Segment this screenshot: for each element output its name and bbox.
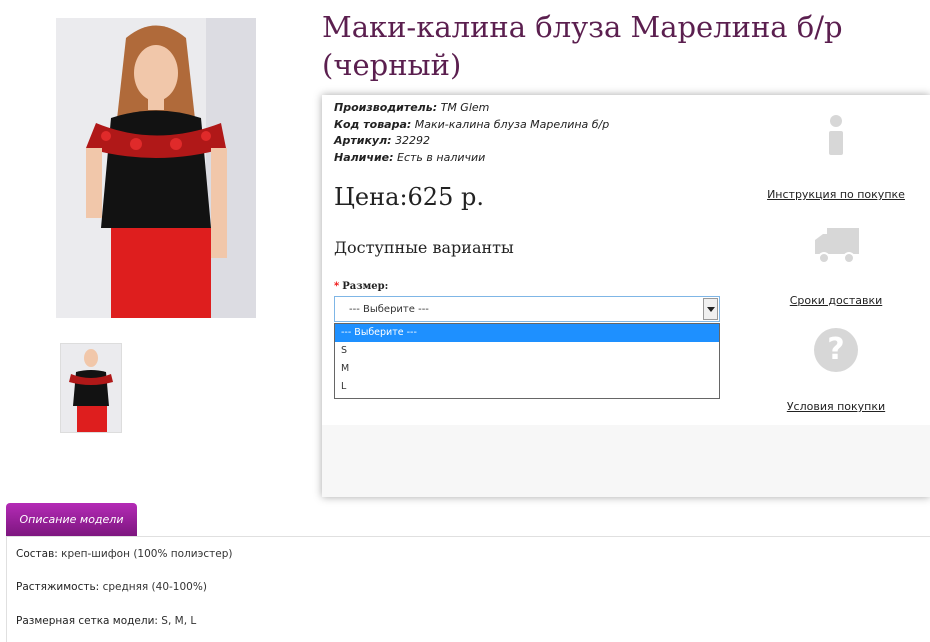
stretch-row: Растяжимость: средняя (40-100%) [16, 581, 207, 593]
tab-description[interactable]: Описание модели [6, 503, 137, 536]
description-panel: Состав: креп-шифон (100% полиэстер) Раст… [6, 536, 930, 642]
code-label: Код товара: [334, 117, 412, 131]
composition-label: Состав: [16, 548, 58, 560]
sizes-row: Размерная сетка модели: S, M, L [16, 615, 196, 627]
meta-code: Код товара: Маки-калина блуза Марелина б… [334, 117, 609, 134]
meta-stock: Наличие: Есть в наличии [334, 150, 609, 167]
size-option[interactable]: M [335, 360, 719, 378]
size-select-value: --- Выберите --- [349, 304, 429, 315]
stretch-value: средняя (40-100%) [102, 581, 207, 593]
size-option[interactable]: L [335, 378, 719, 396]
product-main-image[interactable] [56, 18, 256, 318]
info-icon [826, 115, 848, 157]
sku-value: 32292 [395, 134, 431, 147]
size-dropdown-list: --- Выберите --- S M L [334, 323, 720, 399]
delivery-link[interactable]: Сроки доставки [766, 294, 906, 307]
manufacturer-label: Производитель: [334, 101, 438, 114]
instructions-link-text: Инструкция по покупке [767, 188, 905, 201]
code-value: Маки-калина блуза Марелина б/р [414, 117, 610, 131]
chevron-down-icon[interactable] [703, 298, 718, 320]
sizes-value: S, M, L [161, 615, 197, 627]
meta-sku: Артикул: 32292 [334, 133, 609, 150]
variants-heading: Доступные варианты [334, 238, 514, 257]
panel-footer [322, 425, 930, 497]
terms-link-text: Условия покупки [786, 400, 886, 413]
stock-value: Есть в наличии [397, 150, 486, 164]
manufacturer-value: TM Glem [440, 101, 490, 114]
product-photo [56, 18, 256, 318]
product-meta: Производитель: TM Glem Код товара: Маки-… [334, 100, 609, 166]
composition-row: Состав: креп-шифон (100% полиэстер) [16, 548, 232, 560]
product-thumbnail[interactable] [60, 343, 122, 433]
size-label: * Размер: [334, 281, 388, 292]
size-option[interactable]: --- Выберите --- [335, 324, 719, 342]
size-option[interactable]: S [335, 342, 719, 360]
sizes-label: Размерная сетка модели: [16, 615, 158, 627]
composition-value: креп-шифон (100% полиэстер) [61, 548, 233, 560]
delivery-link-text: Сроки доставки [789, 294, 883, 307]
sku-label: Артикул: [334, 134, 392, 147]
stretch-label: Растяжимость: [16, 581, 100, 593]
instructions-link[interactable]: Инструкция по покупке [766, 188, 906, 201]
required-mark: * [334, 281, 340, 292]
thumbnail-photo [61, 344, 121, 432]
product-title: Маки-калина блуза Марелина б/р (черный) [322, 10, 843, 82]
size-select[interactable]: --- Выберите --- [334, 296, 720, 322]
question-icon: ? [814, 328, 858, 372]
stock-label: Наличие: [334, 150, 394, 164]
meta-manufacturer: Производитель: TM Glem [334, 100, 609, 117]
terms-link[interactable]: Условия покупки [766, 400, 906, 413]
size-label-text: Размер: [342, 281, 389, 292]
truck-icon [813, 226, 861, 266]
product-price: Цена:625 р. [334, 183, 484, 211]
